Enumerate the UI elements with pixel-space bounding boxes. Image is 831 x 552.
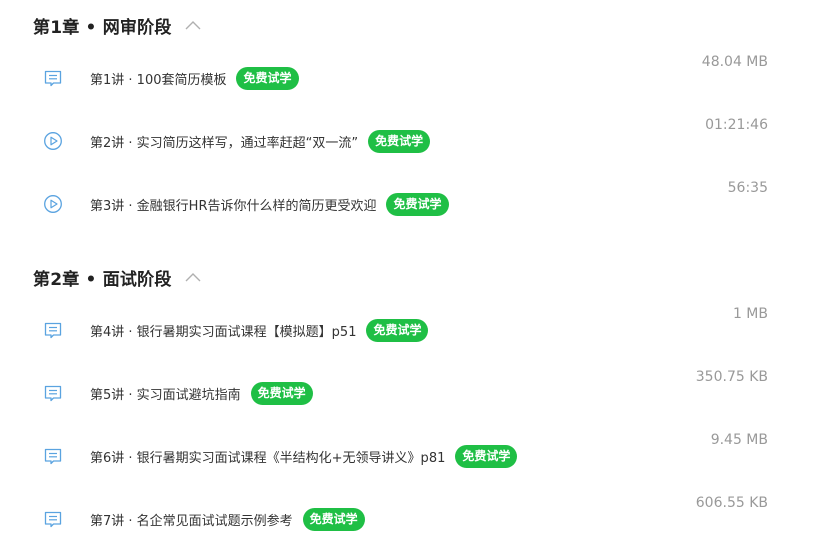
- lesson-file-size: 48.04 MB: [701, 54, 768, 70]
- lesson-file-size: 9.45 MB: [710, 432, 768, 448]
- lesson-item-3[interactable]: 第3讲 · 金融银行HR告诉你什么样的简历更受欢迎 免费试学 56:35: [0, 180, 831, 222]
- course-catalog: 第1章 • 网审阶段 第1讲 · 100套简历模板 免费试学 48.04 MB: [0, 0, 831, 552]
- document-icon: [43, 68, 63, 88]
- lesson-item-6[interactable]: 第6讲 · 银行暑期实习面试课程《半结构化+无领导讲义》p81 免费试学 9.4…: [0, 432, 831, 474]
- lesson-file-size: 1 MB: [732, 306, 768, 322]
- free-trial-badge[interactable]: 免费试学: [250, 381, 313, 405]
- lesson-title: 第2讲 · 实习简历这样写，通过率赶超“双一流”: [90, 135, 359, 151]
- lesson-file-size: 350.75 KB: [695, 369, 768, 385]
- chapter-title: 第1章 • 网审阶段: [33, 17, 172, 38]
- play-icon: [43, 131, 63, 151]
- lesson-item-1[interactable]: 第1讲 · 100套简历模板 免费试学 48.04 MB: [0, 54, 831, 96]
- lesson-duration: 56:35: [727, 180, 768, 196]
- chapter-title: 第2章 • 面试阶段: [33, 269, 172, 290]
- free-trial-badge[interactable]: 免费试学: [368, 129, 431, 153]
- lesson-file-size: 606.55 KB: [695, 495, 768, 511]
- lesson-item-4[interactable]: 第4讲 · 银行暑期实习面试课程【模拟题】p51 免费试学 1 MB: [0, 306, 831, 348]
- lesson-duration: 01:21:46: [705, 117, 768, 133]
- lesson-item-2[interactable]: 第2讲 · 实习简历这样写，通过率赶超“双一流” 免费试学 01:21:46: [0, 117, 831, 159]
- lesson-title: 第5讲 · 实习面试避坑指南: [90, 387, 241, 403]
- lesson-title: 第6讲 · 银行暑期实习面试课程《半结构化+无领导讲义》p81: [90, 450, 446, 466]
- document-icon: [43, 446, 63, 466]
- free-trial-badge[interactable]: 免费试学: [236, 66, 299, 90]
- lesson-item-7[interactable]: 第7讲 · 名企常见面试试题示例参考 免费试学 606.55 KB: [0, 495, 831, 537]
- chevron-up-icon[interactable]: [184, 268, 202, 286]
- chapter-1-header[interactable]: 第1章 • 网审阶段: [33, 11, 202, 39]
- lesson-title: 第1讲 · 100套简历模板: [90, 72, 227, 88]
- document-icon: [43, 320, 63, 340]
- free-trial-badge[interactable]: 免费试学: [366, 318, 429, 342]
- free-trial-badge[interactable]: 免费试学: [455, 444, 518, 468]
- lesson-item-5[interactable]: 第5讲 · 实习面试避坑指南 免费试学 350.75 KB: [0, 369, 831, 411]
- lesson-title: 第3讲 · 金融银行HR告诉你什么样的简历更受欢迎: [90, 198, 377, 214]
- free-trial-badge[interactable]: 免费试学: [302, 507, 365, 531]
- document-icon: [43, 509, 63, 529]
- chapter-2-header[interactable]: 第2章 • 面试阶段: [33, 263, 202, 291]
- free-trial-badge[interactable]: 免费试学: [386, 192, 449, 216]
- lesson-title: 第7讲 · 名企常见面试试题示例参考: [90, 513, 293, 529]
- document-icon: [43, 383, 63, 403]
- play-icon: [43, 194, 63, 214]
- lesson-title: 第4讲 · 银行暑期实习面试课程【模拟题】p51: [90, 324, 357, 340]
- chevron-up-icon[interactable]: [184, 16, 202, 34]
